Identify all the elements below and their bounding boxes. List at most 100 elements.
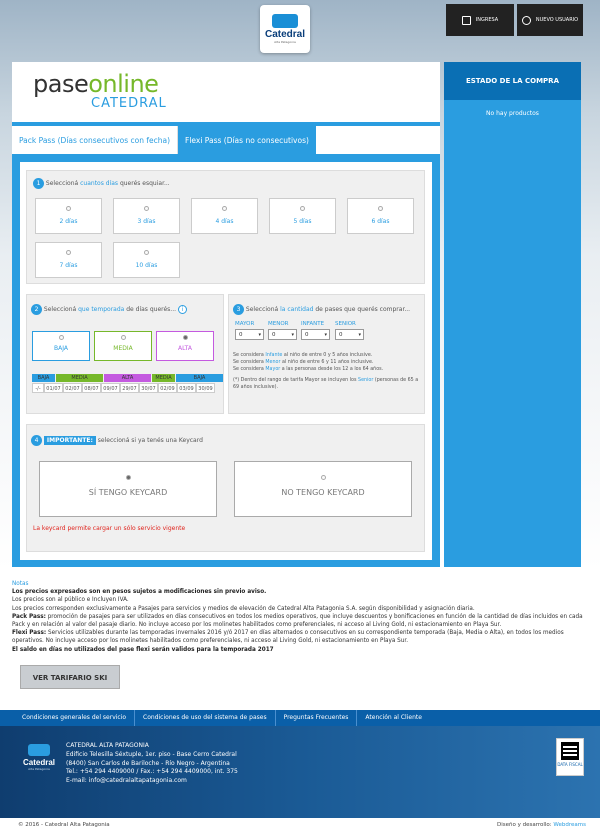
note-flexi: Flexi Pass: Servicios utilizables durant… [12, 630, 564, 645]
keycard-yes[interactable]: SÍ TENGO KEYCARD [39, 461, 217, 517]
notes: Notas Los precios expresados son en peso… [12, 580, 592, 654]
radio-icon[interactable] [378, 206, 383, 211]
select-senior[interactable]: 0 [335, 329, 364, 340]
no-products: No hay productos [486, 110, 539, 117]
footer-company: CATEDRAL ALTA PATAGONIA [66, 742, 149, 749]
brand-catedral: CATEDRAL [91, 96, 167, 111]
radio-icon[interactable] [182, 335, 188, 340]
legend-baja-2: BAJA [176, 374, 223, 382]
date-cell: 30/07 [139, 383, 158, 393]
footer-logo-sub: Alta Patagonia [28, 767, 50, 771]
day-option-10[interactable]: 10 días [113, 242, 180, 278]
important-label: IMPORTANTE: [43, 436, 96, 445]
date-cell: 02/09 [158, 383, 177, 393]
copyright: © 2016 - Catedral Alta Patagonia [18, 822, 110, 828]
radio-icon[interactable] [125, 475, 131, 480]
footer-nav: Condiciones generales del servicio Condi… [0, 710, 600, 726]
age-label-senior: SENIOR [335, 321, 356, 327]
radio-icon[interactable] [320, 475, 326, 480]
date-cell: 09/07 [101, 383, 120, 393]
footer-link-atencion[interactable]: Atención al Cliente [357, 710, 430, 726]
radio-icon[interactable] [300, 206, 305, 211]
date-cell: -/- [32, 383, 44, 393]
login-button[interactable]: INGRESA [446, 4, 514, 36]
step1-title: 1 Seleccioná cuantos días querés esquiar… [33, 178, 170, 189]
note-pack: Pack Pass: promoción de pasajes para ser… [12, 613, 583, 629]
day-option-5[interactable]: 5 días [269, 198, 336, 234]
info-icon[interactable]: i [177, 305, 187, 314]
keycard-no[interactable]: NO TENGO KEYCARD [234, 461, 412, 517]
footer-tel: Tel.: +54 294 4409000 / Fax.: +54 294 44… [66, 768, 238, 776]
flexi-form: 1 Seleccioná cuantos días querés esquiar… [20, 162, 432, 560]
step2-title: 2 Seleccioná que temporada de días queré… [31, 304, 187, 315]
catedral-logo[interactable]: Catedral Alta Patagonia [260, 5, 310, 53]
radio-icon[interactable] [58, 335, 64, 340]
season-baja[interactable]: BAJA [32, 331, 90, 361]
date-cell: 01/07 [44, 383, 63, 393]
footer-addr1: Edificio Telesilla Séxtuple, 1er. piso -… [66, 750, 237, 758]
select-infante[interactable]: 0 [301, 329, 330, 340]
qr-code-icon [561, 742, 579, 760]
user-icon [521, 15, 531, 25]
designer-link[interactable]: Webdreams [553, 822, 586, 828]
select-mayor[interactable]: 0 [235, 329, 264, 340]
date-cell: 03/09 [177, 383, 196, 393]
data-fiscal-label: DATA FISCAL [557, 762, 583, 767]
new-user-button[interactable]: NUEVO USUARIO [517, 4, 583, 36]
brand-pase: pase [33, 70, 89, 98]
step4-number: 4 [31, 435, 42, 446]
brand-online: online [88, 70, 159, 98]
season-legend: BAJA MEDIA ALTA MEDIA BAJA [32, 374, 223, 382]
radio-icon[interactable] [144, 206, 149, 211]
tab-pack-pass[interactable]: Pack Pass (Días consecutivos con fecha) [12, 126, 178, 154]
footer: Catedral Alta Patagonia CATEDRAL ALTA PA… [0, 726, 600, 818]
purchase-status: ESTADO DE LA COMPRA No hay productos [444, 62, 581, 567]
note-line: Los precios son al público e Incluyen IV… [12, 597, 129, 604]
step2-number: 2 [31, 304, 42, 315]
note-saldo: El saldo en días no utilizados del pase … [12, 646, 274, 653]
date-cell: 08/07 [82, 383, 101, 393]
footer-link-uso[interactable]: Condiciones de uso del sistema de pases [135, 710, 276, 726]
legend-media-2: MEDIA [152, 374, 175, 382]
season-media[interactable]: MEDIA [94, 331, 152, 361]
footer-email[interactable]: E-mail: info@catedralaltapatagonia.com [66, 777, 238, 786]
footer-logo-name: Catedral [22, 758, 55, 767]
note-line: Los precios expresados son en pesos suje… [12, 589, 267, 596]
date-cell: 02/07 [63, 383, 82, 393]
radio-icon[interactable] [144, 250, 149, 255]
step4-keycard: 4 IMPORTANTE: seleccioná si ya tenés una… [26, 424, 425, 552]
data-fiscal-qr[interactable]: DATA FISCAL [556, 738, 584, 776]
paseonline-brand: paseonline CATEDRAL [12, 62, 440, 122]
day-option-3[interactable]: 3 días [113, 198, 180, 234]
keycard-warning: La keycard permite cargar un sólo servic… [33, 525, 186, 532]
day-option-6[interactable]: 6 días [347, 198, 414, 234]
radio-icon[interactable] [120, 335, 126, 340]
main-panel: paseonline CATEDRAL Pack Pass (Días cons… [12, 62, 440, 567]
radio-icon[interactable] [222, 206, 227, 211]
season-dates: -/- 01/07 02/07 08/07 09/07 29/07 30/07 … [32, 383, 215, 393]
age-label-mayor: MAYOR [235, 321, 255, 327]
day-option-2[interactable]: 2 días [35, 198, 102, 234]
footer-link-faq[interactable]: Preguntas Frecuentes [276, 710, 358, 726]
season-alta[interactable]: ALTA [156, 331, 214, 361]
copyright-bar: © 2016 - Catedral Alta Patagonia Diseño … [0, 818, 600, 833]
radio-icon[interactable] [66, 206, 71, 211]
age-label-infante: INFANTE [301, 321, 325, 327]
radio-icon[interactable] [66, 250, 71, 255]
select-menor[interactable]: 0 [268, 329, 297, 340]
legend-baja: BAJA [32, 374, 55, 382]
purchase-status-title: ESTADO DE LA COMPRA [444, 62, 581, 100]
step3-number: 3 [233, 304, 244, 315]
tarifario-button[interactable]: VER TARIFARIO SKI [20, 665, 120, 689]
day-option-4[interactable]: 4 días [191, 198, 258, 234]
notes-title: Notas [12, 581, 29, 587]
date-cell: 30/09 [196, 383, 215, 393]
logo-sub: Alta Patagonia [274, 40, 296, 44]
footer-addr2: (8400) San Carlos de Bariloche - Río Neg… [66, 759, 230, 767]
day-option-7[interactable]: 7 días [35, 242, 102, 278]
footer-link-condiciones[interactable]: Condiciones generales del servicio [14, 710, 136, 726]
tab-flexi-pass[interactable]: Flexi Pass (Días no consecutivos) [178, 126, 316, 154]
login-label: INGRESA [475, 17, 499, 23]
step3-title: 3 Seleccioná la cantidad de pases que qu… [233, 304, 410, 315]
design-credit: Diseño y desarrollo: Webdreams [496, 822, 586, 828]
